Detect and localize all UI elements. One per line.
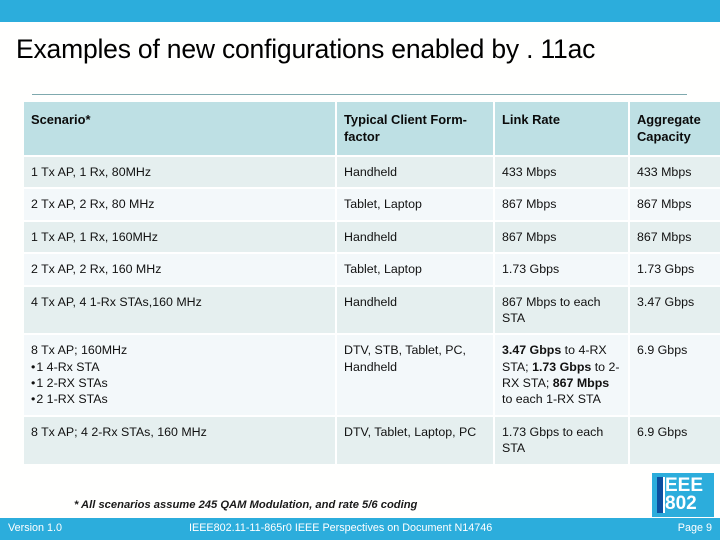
cell-aggregate-capacity: 3.47 Gbps: [628, 284, 720, 335]
table-row: 2 Tx AP, 2 Rx, 80 MHz Tablet, Laptop 867 M…: [24, 187, 720, 221]
cell-scenario: 2 Tx AP, 2 Rx, 80 MHz: [24, 187, 336, 221]
cell-form-factor: Handheld: [335, 284, 494, 335]
cell-link-rate: 3.47 Gbps to 4-RX STA; 1.73 Gbps to 2-RX…: [493, 333, 629, 416]
list-item: 1 2-RX STAs: [31, 375, 329, 391]
cell-form-factor: Tablet, Laptop: [335, 187, 494, 221]
logo-line-2: 802: [665, 493, 697, 514]
cell-aggregate-capacity: 867 Mbps: [628, 219, 720, 254]
list-item: 1 4-Rx STA: [31, 359, 329, 375]
ieee-802-logo: EEE 802: [652, 473, 714, 517]
scenario-text: 8 Tx AP; 4 2-Rx STAs, 160 MHz: [31, 424, 207, 439]
footnote: * All scenarios assume 245 QAM Modulatio…: [74, 499, 418, 511]
scenario-text: 1 Tx AP, 1 Rx, 160MHz: [31, 229, 158, 244]
table-row: 8 Tx AP; 160MHz1 4-Rx STA1 2-RX STAs2 1-…: [24, 333, 720, 416]
title-divider: [32, 94, 687, 95]
cell-link-rate: 1.73 Gbps: [493, 252, 629, 286]
table-body: Scenario* Typical Client Form-factor Lin…: [24, 102, 720, 464]
top-banner: [0, 0, 720, 22]
cell-form-factor: DTV, STB, Tablet, PC, Handheld: [335, 333, 494, 416]
cell-aggregate-capacity: 1.73 Gbps: [628, 252, 720, 286]
footer-version: Version 1.0: [8, 522, 63, 534]
logo-bar-icon: [657, 477, 665, 513]
cell-aggregate-capacity: 6.9 Gbps: [628, 333, 720, 416]
cell-link-rate: 1.73 Gbps to each STA: [493, 414, 629, 464]
configurations-table: Scenario* Typical Client Form-factor Lin…: [24, 102, 720, 464]
cell-scenario: 2 Tx AP, 2 Rx, 160 MHz: [24, 252, 336, 286]
table-row: 1 Tx AP, 1 Rx, 80MHz Handheld 433 Mbps 433 …: [24, 155, 720, 189]
cell-link-rate: 867 Mbps to each STA: [493, 284, 629, 335]
cell-aggregate-capacity: 6.9 Gbps: [628, 414, 720, 464]
scenario-text: 1 Tx AP, 1 Rx, 80MHz: [31, 165, 152, 180]
cell-form-factor: DTV, Tablet, Laptop, PC: [335, 414, 494, 464]
link-rate-value: 1.73 Gbps: [532, 359, 592, 374]
cell-form-factor: Handheld: [335, 219, 494, 254]
cell-form-factor: Handheld: [335, 155, 494, 189]
cell-scenario: 1 Tx AP, 1 Rx, 80MHz: [24, 155, 336, 189]
column-header-scenario: Scenario*: [24, 102, 336, 158]
scenario-text: 8 Tx AP; 160MHz: [31, 343, 128, 358]
table-row: 1 Tx AP, 1 Rx, 160MHz Handheld 867 Mbps 867…: [24, 219, 720, 254]
page-title: Examples of new configurations enabled b…: [16, 34, 596, 64]
footer-page-number: Page 9: [677, 522, 712, 534]
scenario-text: 2 Tx AP, 2 Rx, 80 MHz: [31, 197, 155, 212]
scenario-bullet-list: 1 4-Rx STA1 2-RX STAs2 1-RX STAs: [31, 359, 329, 408]
cell-link-rate: 433 Mbps: [493, 155, 629, 189]
cell-scenario: 1 Tx AP, 1 Rx, 160MHz: [24, 219, 336, 254]
scenario-text: 2 Tx AP, 2 Rx, 160 MHz: [31, 262, 162, 277]
link-rate-qualifier: to each 1-RX STA: [502, 392, 601, 407]
footer-bar: Version 1.0 IEEE802.11-11-865r0 IEEE Per…: [0, 518, 720, 540]
column-header-aggregate-capacity: Aggregate Capacity: [628, 102, 720, 158]
cell-form-factor: Tablet, Laptop: [335, 252, 494, 286]
cell-scenario: 8 Tx AP; 160MHz1 4-Rx STA1 2-RX STAs2 1-…: [24, 333, 336, 416]
column-header-form-factor: Typical Client Form-factor: [335, 102, 494, 158]
column-header-link-rate: Link Rate: [493, 102, 629, 158]
cell-link-rate: 867 Mbps: [493, 187, 629, 221]
cell-link-rate: 867 Mbps: [493, 219, 629, 254]
list-item: 2 1-RX STAs: [31, 391, 329, 407]
table-row: 2 Tx AP, 2 Rx, 160 MHz Tablet, Laptop 1.73…: [24, 252, 720, 286]
cell-aggregate-capacity: 867 Mbps: [628, 187, 720, 221]
link-rate-value: 867 Mbps: [552, 376, 610, 391]
cell-scenario: 8 Tx AP; 4 2-Rx STAs, 160 MHz: [24, 414, 336, 464]
scenario-text: 4 Tx AP, 4 1-Rx STAs,160 MHz: [31, 294, 202, 309]
slide-canvas: Examples of new configurations enabled b…: [0, 0, 720, 540]
cell-aggregate-capacity: 433 Mbps: [628, 155, 720, 189]
table-row: 4 Tx AP, 4 1-Rx STAs,160 MHz Handheld 867 …: [24, 284, 720, 335]
cell-scenario: 4 Tx AP, 4 1-Rx STAs,160 MHz: [24, 284, 336, 335]
footer-document-reference: IEEE802.11-11-865r0 IEEE Perspectives on…: [189, 522, 493, 534]
table-header-row: Scenario* Typical Client Form-factor Lin…: [24, 102, 720, 158]
link-rate-value: 3.47 Gbps: [502, 343, 562, 358]
table-row: 8 Tx AP; 4 2-Rx STAs, 160 MHz DTV, Tablet…: [24, 414, 720, 464]
